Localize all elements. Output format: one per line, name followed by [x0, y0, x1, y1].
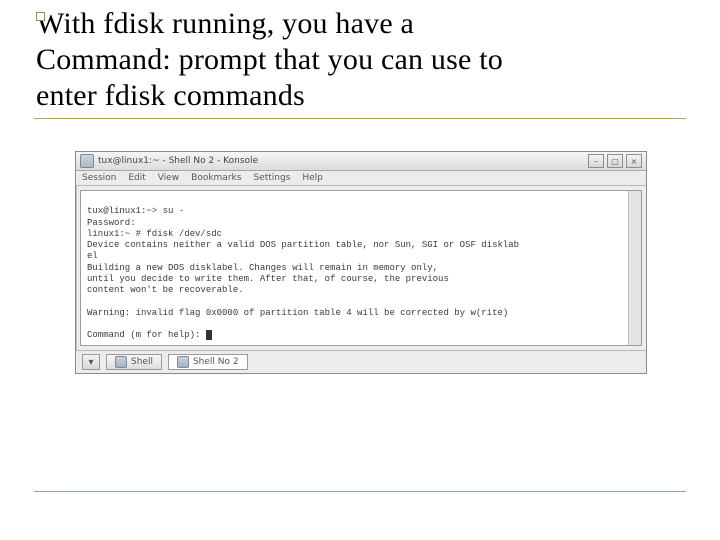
tabbar: ▾ Shell Shell No 2 — [76, 350, 646, 373]
menu-view[interactable]: View — [158, 173, 179, 183]
konsole-window: tux@linux1:~ - Shell No 2 - Konsole – ▢ … — [75, 151, 647, 374]
terminal-line: Device contains neither a valid DOS part… — [87, 240, 519, 250]
divider — [34, 491, 686, 492]
terminal-icon — [115, 356, 127, 368]
terminal-icon — [177, 356, 189, 368]
menu-edit[interactable]: Edit — [128, 173, 145, 183]
terminal-line: until you decide to write them. After th… — [87, 274, 449, 284]
divider — [34, 118, 686, 119]
title-span: Command: prompt that you can use to — [36, 43, 503, 76]
menu-bookmarks[interactable]: Bookmarks — [191, 173, 241, 183]
tab-label: Shell No 2 — [193, 357, 239, 367]
maximize-button[interactable]: ▢ — [607, 154, 623, 168]
minimize-button[interactable]: – — [588, 154, 604, 168]
terminal-line: linux1:~ # fdisk /dev/sdc — [87, 229, 222, 239]
maximize-icon: ▢ — [611, 157, 619, 166]
close-button[interactable]: × — [626, 154, 642, 168]
titlebar[interactable]: tux@linux1:~ - Shell No 2 - Konsole – ▢ … — [76, 152, 646, 171]
tab-shell-2[interactable]: Shell No 2 — [168, 354, 248, 370]
terminal-output[interactable]: tux@linux1:~> su - Password: linux1:~ # … — [80, 190, 642, 346]
terminal-icon — [80, 154, 94, 168]
menu-session[interactable]: Session — [82, 173, 116, 183]
menu-help[interactable]: Help — [302, 173, 323, 183]
close-icon: × — [631, 157, 638, 166]
slide-title: With fdisk running, you have a Command: … — [36, 6, 684, 114]
tab-label: Shell — [131, 357, 153, 367]
cursor-icon — [206, 330, 212, 340]
title-span: With — [36, 7, 103, 40]
title-fdisk: fdisk — [103, 7, 164, 40]
scrollbar[interactable] — [628, 191, 641, 345]
title-span: commands — [166, 79, 305, 112]
terminal-line: Password: — [87, 218, 136, 228]
chevron-down-icon: ▾ — [88, 357, 93, 368]
terminal-prompt: Command (m for help): — [87, 330, 206, 340]
minimize-icon: – — [594, 157, 598, 166]
terminal-line: el — [87, 251, 98, 261]
title-span: running, you have a — [164, 7, 414, 40]
terminal-line: tux@linux1:~> su - — [87, 206, 184, 216]
terminal-line: Building a new DOS disklabel. Changes wi… — [87, 263, 438, 273]
menubar: Session Edit View Bookmarks Settings Hel… — [76, 171, 646, 186]
window-title: tux@linux1:~ - Shell No 2 - Konsole — [98, 156, 584, 166]
bullet-icon — [36, 12, 45, 21]
terminal-line: Warning: invalid flag 0x0000 of partitio… — [87, 308, 508, 318]
tab-shell-1[interactable]: Shell — [106, 354, 162, 370]
title-fdisk: fdisk — [105, 79, 166, 112]
title-span: enter — [36, 79, 105, 112]
new-tab-button[interactable]: ▾ — [82, 354, 100, 370]
terminal-line: content won't be recoverable. — [87, 285, 244, 295]
menu-settings[interactable]: Settings — [253, 173, 290, 183]
